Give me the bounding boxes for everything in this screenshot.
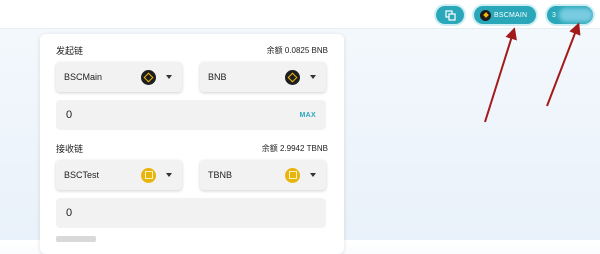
annotation-arrow	[546, 22, 581, 107]
annotation-arrow	[484, 27, 517, 123]
annotation-arrows	[484, 22, 581, 123]
